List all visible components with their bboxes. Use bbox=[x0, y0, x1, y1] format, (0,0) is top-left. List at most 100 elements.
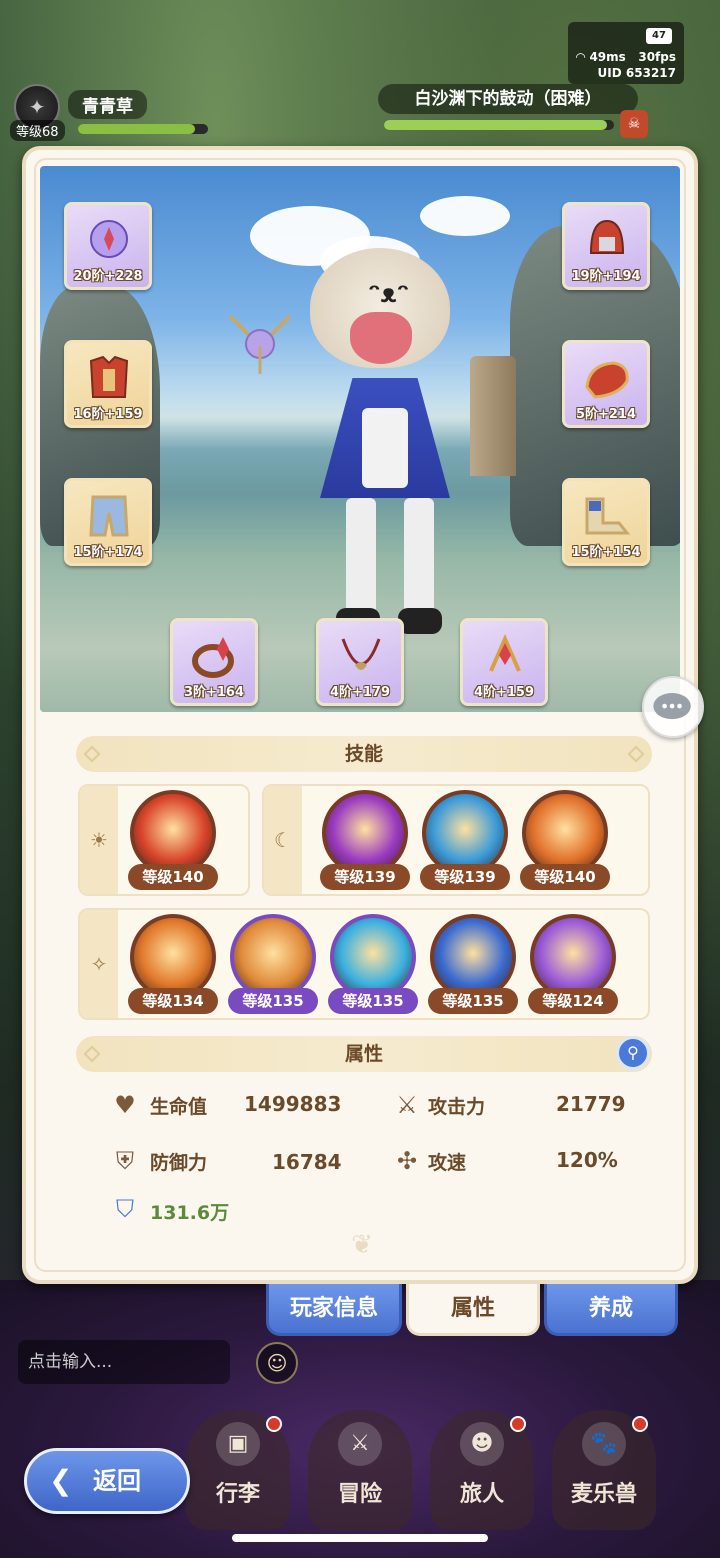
nav-traveler[interactable]: ☻ 旅人 bbox=[430, 1410, 534, 1530]
crossed-swords-icon: ⚔ bbox=[396, 1091, 418, 1119]
uid-text: UID 653217 bbox=[597, 66, 676, 80]
skill-level: 等级134 bbox=[128, 988, 218, 1014]
skill-level: 等级140 bbox=[128, 864, 218, 890]
crossed-swords-icon: ⚔ bbox=[338, 1422, 382, 1466]
equip-level-text: 4阶+179 bbox=[329, 685, 391, 700]
chat-input[interactable]: 点击输入... bbox=[18, 1340, 230, 1384]
equip-slot-charm[interactable]: 4阶+159 bbox=[460, 618, 548, 706]
charm-icon bbox=[489, 634, 521, 672]
bracelet-icon bbox=[192, 637, 234, 678]
floating-staff-icon bbox=[228, 314, 292, 374]
quest-progress-bar bbox=[384, 120, 614, 130]
diamond-ornament-icon bbox=[83, 745, 101, 763]
search-button[interactable]: ⚲ bbox=[616, 1036, 650, 1070]
equip-level-text: 4阶+159 bbox=[473, 685, 535, 700]
equip-level-text: 15阶+174 bbox=[73, 545, 143, 560]
equip-slot-bracelet[interactable]: 3阶+164 bbox=[170, 618, 258, 706]
def-value: 16784 bbox=[272, 1150, 342, 1174]
character-shoe bbox=[398, 608, 442, 634]
hat-face: ᵔᴥᵔ bbox=[368, 279, 410, 309]
traveler-portrait-icon: ☻ bbox=[460, 1422, 504, 1466]
nav-bag[interactable]: ▣ 行李 bbox=[186, 1410, 290, 1530]
heart-icon: ♥ bbox=[114, 1091, 136, 1119]
tab-attributes[interactable]: 属性 bbox=[406, 1284, 540, 1336]
equip-slot-armor[interactable]: 16阶+159 bbox=[64, 340, 152, 428]
skill-burst-star[interactable]: 等级140 bbox=[128, 790, 218, 890]
back-button[interactable]: ❮ 返回 bbox=[24, 1448, 190, 1514]
def-label: 防御力 bbox=[150, 1152, 208, 1174]
quest-progress-fill bbox=[384, 120, 608, 130]
spd-value: 120% bbox=[556, 1148, 618, 1172]
skill-shield-hands[interactable]: 等级139 bbox=[420, 790, 510, 890]
nav-adventure[interactable]: ⚔ 冒险 bbox=[308, 1410, 412, 1530]
equip-level-text: 15阶+154 bbox=[571, 545, 641, 560]
character-leg bbox=[346, 498, 376, 618]
chat-bubble-button[interactable] bbox=[642, 676, 704, 738]
power-shield-icon: ⛉ bbox=[116, 1195, 134, 1223]
necklace-icon bbox=[341, 638, 381, 670]
player-header[interactable]: ✦ 青青草 等级68 bbox=[10, 84, 210, 141]
equip-slot-pants[interactable]: 15阶+174 bbox=[64, 478, 152, 566]
ping-text: 49ms bbox=[589, 50, 626, 64]
star-skill-group: ✧ 等级134 等级135 等级135 等级135 等级124 bbox=[78, 908, 650, 1020]
chest-armor-icon bbox=[89, 355, 129, 398]
equip-slot-boots[interactable]: 15阶+154 bbox=[562, 478, 650, 566]
player-character: ᵔᴥᵔ bbox=[280, 248, 490, 638]
power-value: 131.6万 bbox=[150, 1202, 230, 1224]
skills-title: 技能 bbox=[344, 743, 383, 765]
exp-bar-fill bbox=[78, 124, 195, 134]
equip-slot-necklace[interactable]: 4阶+179 bbox=[316, 618, 404, 706]
sun-icon: ☀ bbox=[80, 786, 118, 894]
helmet-icon bbox=[589, 219, 625, 254]
moon-skill-group: ☾ 等级139 等级139 等级140 bbox=[262, 784, 650, 896]
hp-label: 生命值 bbox=[150, 1096, 208, 1118]
character-hair bbox=[350, 312, 412, 364]
tab-player-info[interactable]: 玩家信息 bbox=[266, 1284, 402, 1336]
player-level: 等级68 bbox=[10, 120, 65, 141]
star-icon: ✧ bbox=[80, 910, 118, 1018]
wifi-icon: ◠ bbox=[576, 50, 586, 64]
magnifier-icon: ⚲ bbox=[627, 1043, 639, 1062]
skill-slash[interactable]: 等级140 bbox=[520, 790, 610, 890]
hp-value: 1499883 bbox=[244, 1092, 342, 1116]
skill-lightning-face[interactable]: 等级134 bbox=[128, 914, 218, 1014]
attributes-title: 属性 bbox=[344, 1043, 383, 1065]
nav-bag-label: 行李 bbox=[215, 1482, 260, 1507]
orb-staff-icon bbox=[90, 220, 128, 258]
nav-pet-label: 麦乐兽 bbox=[570, 1482, 637, 1507]
equip-level-text: 5阶+214 bbox=[575, 407, 637, 422]
nav-adventure-label: 冒险 bbox=[337, 1482, 382, 1507]
skill-level: 等级135 bbox=[328, 988, 418, 1014]
nav-pet[interactable]: 🐾 麦乐兽 bbox=[552, 1410, 656, 1530]
diamond-ornament-icon bbox=[627, 745, 645, 763]
skill-electric-orb[interactable]: 等级135 bbox=[328, 914, 418, 1014]
back-arrow-icon: ❮ bbox=[49, 1464, 73, 1497]
equip-slot-helmet[interactable]: 19阶+194 bbox=[562, 202, 650, 290]
pet-portrait-icon: 🐾 bbox=[582, 1422, 626, 1466]
equip-level-text: 16阶+159 bbox=[73, 407, 143, 422]
tab-develop[interactable]: 养成 bbox=[544, 1284, 678, 1336]
backpack-icon: ▣ bbox=[216, 1422, 260, 1466]
equip-slot-weapon[interactable]: 20阶+228 bbox=[64, 202, 152, 290]
skill-whirlwind[interactable]: 等级135 bbox=[428, 914, 518, 1014]
character-leg bbox=[404, 498, 434, 618]
player-name: 青青草 bbox=[68, 90, 147, 119]
gauntlet-icon bbox=[585, 361, 629, 399]
notification-dot bbox=[266, 1416, 282, 1432]
skill-level: 等级135 bbox=[428, 988, 518, 1014]
equip-level-text: 3阶+164 bbox=[183, 685, 245, 700]
attack-speed-icon: ✣ bbox=[396, 1147, 418, 1175]
quest-tracker[interactable]: 白沙渊下的鼓动（困难） ☠ bbox=[378, 84, 660, 138]
skill-level: 等级139 bbox=[420, 864, 510, 890]
skill-level: 等级135 bbox=[228, 988, 318, 1014]
smiley-icon: ☺ bbox=[266, 1351, 288, 1375]
equip-slot-gloves[interactable]: 5阶+214 bbox=[562, 340, 650, 428]
home-indicator[interactable] bbox=[232, 1534, 488, 1542]
skill-crosshair[interactable]: 等级139 bbox=[320, 790, 410, 890]
emoji-button[interactable]: ☺ bbox=[256, 1342, 298, 1384]
equip-level-text: 19阶+194 bbox=[571, 269, 641, 284]
skill-purple-mist[interactable]: 等级124 bbox=[528, 914, 618, 1014]
atk-label: 攻击力 bbox=[428, 1096, 486, 1118]
skill-thunder[interactable]: 等级135 bbox=[228, 914, 318, 1014]
quest-title: 白沙渊下的鼓动（困难） bbox=[378, 84, 638, 114]
